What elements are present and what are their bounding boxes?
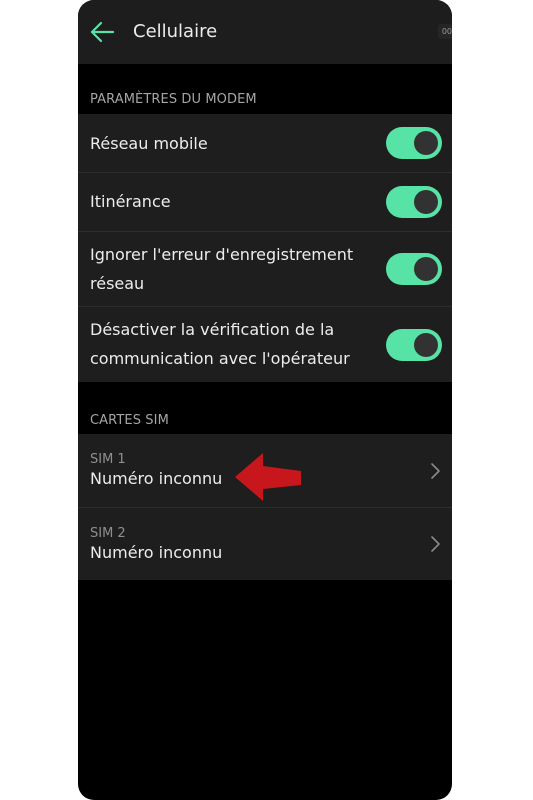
status-indicator: 00 bbox=[437, 24, 452, 39]
toggle-knob bbox=[414, 257, 438, 281]
back-button[interactable] bbox=[86, 16, 118, 48]
toggle-knob bbox=[414, 131, 438, 155]
setting-label: Désactiver la vérification de la communi… bbox=[90, 320, 350, 368]
toggle-knob bbox=[414, 190, 438, 214]
setting-row-mobile-network[interactable]: Réseau mobile bbox=[78, 114, 452, 173]
phone-screen: Cellulaire 00 PARAMÈTRES DU MODEM Réseau… bbox=[78, 0, 452, 800]
setting-row-disable-carrier-check[interactable]: Désactiver la vérification de la communi… bbox=[78, 307, 452, 382]
toggle-knob bbox=[414, 333, 438, 357]
sim-2-row[interactable]: SIM 2 Numéro inconnu bbox=[78, 508, 452, 580]
setting-row-ignore-registration-error[interactable]: Ignorer l'erreur d'enregistrement réseau bbox=[78, 232, 452, 307]
red-arrow-pointer-icon bbox=[235, 453, 301, 501]
disable-carrier-check-toggle[interactable] bbox=[386, 329, 442, 361]
sim-2-number: Numéro inconnu bbox=[90, 543, 223, 562]
roaming-toggle[interactable] bbox=[386, 186, 442, 218]
setting-row-roaming[interactable]: Itinérance bbox=[78, 173, 452, 232]
page-title: Cellulaire bbox=[133, 21, 218, 42]
arrow-left-icon bbox=[90, 21, 115, 43]
chevron-right-icon bbox=[431, 536, 440, 552]
chevron-right-icon bbox=[431, 463, 440, 479]
app-bar: Cellulaire 00 bbox=[78, 0, 452, 64]
sim-2-title: SIM 2 bbox=[90, 526, 126, 541]
sim-1-number: Numéro inconnu bbox=[90, 469, 223, 488]
setting-label: Ignorer l'erreur d'enregistrement réseau bbox=[90, 245, 354, 293]
mobile-network-toggle[interactable] bbox=[386, 127, 442, 159]
ignore-registration-error-toggle[interactable] bbox=[386, 253, 442, 285]
section-header-sim: CARTES SIM bbox=[90, 413, 169, 428]
sim-1-title: SIM 1 bbox=[90, 452, 126, 467]
modem-settings-card: Réseau mobile Itinérance Ignorer l'erreu… bbox=[78, 114, 452, 382]
setting-label: Itinérance bbox=[90, 192, 171, 211]
section-header-modem: PARAMÈTRES DU MODEM bbox=[90, 92, 257, 107]
setting-label: Réseau mobile bbox=[90, 134, 208, 153]
